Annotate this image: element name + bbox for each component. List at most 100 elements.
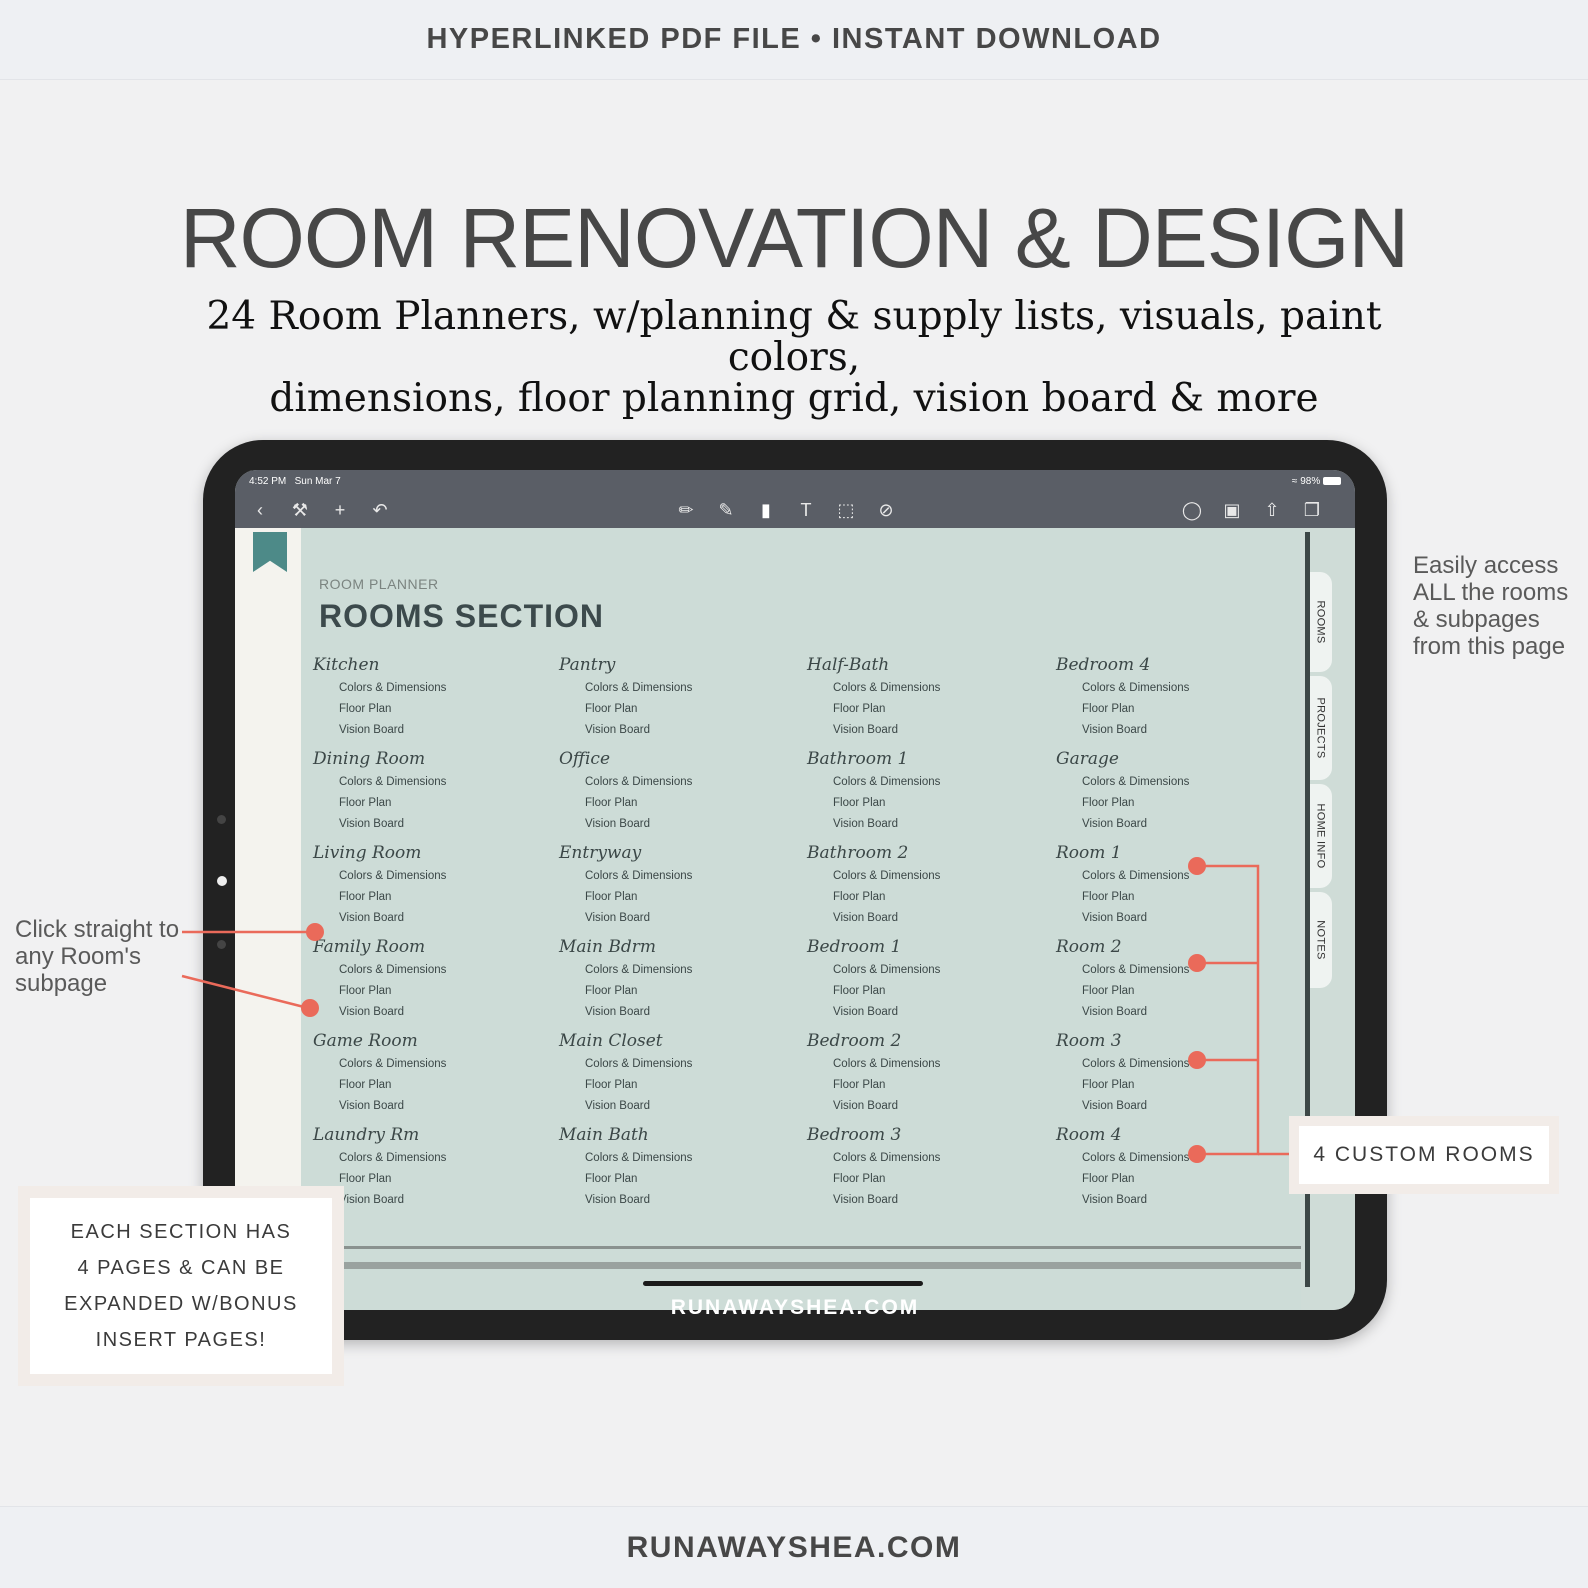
room-name-link[interactable]: Main Bath [559, 1122, 799, 1148]
room-subpage-link[interactable]: Vision Board [313, 908, 553, 929]
room-name-link[interactable]: Room 2 [1056, 934, 1296, 960]
room-subpage-link[interactable]: Floor Plan [807, 699, 1047, 720]
highlighter-icon[interactable]: ▮ [755, 492, 777, 528]
room-name-link[interactable]: Entryway [559, 840, 799, 866]
room-subpage-link[interactable]: Floor Plan [807, 1075, 1047, 1096]
room-subpage-link[interactable]: Colors & Dimensions [313, 1148, 553, 1169]
tab-notes[interactable]: NOTES [1310, 892, 1332, 988]
room-name-link[interactable]: Game Room [313, 1028, 553, 1054]
room-subpage-link[interactable]: Colors & Dimensions [313, 866, 553, 887]
room-subpage-link[interactable]: Vision Board [807, 1190, 1047, 1211]
tab-home-info[interactable]: HOME INFO [1310, 784, 1332, 888]
room-subpage-link[interactable]: Vision Board [807, 1096, 1047, 1117]
room-name-link[interactable]: Room 3 [1056, 1028, 1296, 1054]
room-name-link[interactable]: Room 4 [1056, 1122, 1296, 1148]
room-name-link[interactable]: Dining Room [313, 746, 553, 772]
room-subpage-link[interactable]: Vision Board [1056, 814, 1296, 835]
room-subpage-link[interactable]: Vision Board [313, 720, 553, 741]
share-icon[interactable]: ⇧ [1261, 492, 1283, 528]
room-subpage-link[interactable]: Vision Board [1056, 1002, 1296, 1023]
tab-rooms[interactable]: ROOMS [1310, 572, 1332, 672]
room-name-link[interactable]: Half-Bath [807, 652, 1047, 678]
room-subpage-link[interactable]: Vision Board [313, 1190, 553, 1211]
room-subpage-link[interactable]: Colors & Dimensions [313, 678, 553, 699]
pages-icon[interactable]: ❐ [1301, 492, 1323, 528]
wrench-icon[interactable]: ⚒ [289, 492, 311, 528]
room-name-link[interactable]: Laundry Rm [313, 1122, 553, 1148]
room-subpage-link[interactable]: Vision Board [559, 1002, 799, 1023]
room-subpage-link[interactable]: Colors & Dimensions [1056, 1054, 1296, 1075]
room-name-link[interactable]: Pantry [559, 652, 799, 678]
room-subpage-link[interactable]: Floor Plan [559, 1169, 799, 1190]
room-subpage-link[interactable]: Vision Board [807, 908, 1047, 929]
room-subpage-link[interactable]: Floor Plan [1056, 887, 1296, 908]
room-subpage-link[interactable]: Vision Board [313, 1096, 553, 1117]
room-subpage-link[interactable]: Floor Plan [313, 887, 553, 908]
room-subpage-link[interactable]: Vision Board [807, 1002, 1047, 1023]
room-subpage-link[interactable]: Floor Plan [1056, 1075, 1296, 1096]
shapes-icon[interactable]: ◯ [1181, 492, 1203, 528]
room-name-link[interactable]: Main Bdrm [559, 934, 799, 960]
room-subpage-link[interactable]: Floor Plan [807, 793, 1047, 814]
room-name-link[interactable]: Main Closet [559, 1028, 799, 1054]
room-subpage-link[interactable]: Floor Plan [559, 699, 799, 720]
room-subpage-link[interactable]: Floor Plan [313, 699, 553, 720]
room-subpage-link[interactable]: Colors & Dimensions [559, 1148, 799, 1169]
room-name-link[interactable]: Room 1 [1056, 840, 1296, 866]
room-subpage-link[interactable]: Colors & Dimensions [1056, 772, 1296, 793]
room-subpage-link[interactable]: Colors & Dimensions [313, 772, 553, 793]
room-subpage-link[interactable]: Vision Board [807, 720, 1047, 741]
room-subpage-link[interactable]: Vision Board [559, 1096, 799, 1117]
room-subpage-link[interactable]: Vision Board [1056, 908, 1296, 929]
room-subpage-link[interactable]: Floor Plan [807, 1169, 1047, 1190]
tray-icon[interactable]: ▣ [1221, 492, 1243, 528]
room-subpage-link[interactable]: Floor Plan [1056, 699, 1296, 720]
room-subpage-link[interactable]: Colors & Dimensions [313, 1054, 553, 1075]
room-subpage-link[interactable]: Floor Plan [807, 887, 1047, 908]
room-subpage-link[interactable]: Colors & Dimensions [313, 960, 553, 981]
room-name-link[interactable]: Garage [1056, 746, 1296, 772]
room-name-link[interactable]: Bathroom 1 [807, 746, 1047, 772]
lasso-select-icon[interactable]: ⬚ [835, 492, 857, 528]
plus-icon[interactable]: + [329, 492, 351, 528]
room-subpage-link[interactable]: Floor Plan [559, 887, 799, 908]
room-name-link[interactable]: Office [559, 746, 799, 772]
room-name-link[interactable]: Bathroom 2 [807, 840, 1047, 866]
pencil-icon[interactable]: ✎ [715, 492, 737, 528]
room-subpage-link[interactable]: Colors & Dimensions [559, 960, 799, 981]
undo-icon[interactable]: ↶ [369, 492, 391, 528]
room-name-link[interactable]: Bedroom 4 [1056, 652, 1296, 678]
room-subpage-link[interactable]: Colors & Dimensions [807, 678, 1047, 699]
text-tool-icon[interactable]: T [795, 492, 817, 528]
room-subpage-link[interactable]: Floor Plan [559, 793, 799, 814]
room-subpage-link[interactable]: Colors & Dimensions [1056, 866, 1296, 887]
room-subpage-link[interactable]: Colors & Dimensions [807, 960, 1047, 981]
room-subpage-link[interactable]: Vision Board [1056, 1096, 1296, 1117]
tab-projects[interactable]: PROJECTS [1310, 676, 1332, 780]
room-name-link[interactable]: Bedroom 1 [807, 934, 1047, 960]
room-subpage-link[interactable]: Floor Plan [313, 793, 553, 814]
room-subpage-link[interactable]: Colors & Dimensions [559, 866, 799, 887]
room-subpage-link[interactable]: Colors & Dimensions [807, 866, 1047, 887]
room-subpage-link[interactable]: Floor Plan [559, 981, 799, 1002]
room-subpage-link[interactable]: Colors & Dimensions [1056, 960, 1296, 981]
room-subpage-link[interactable]: Floor Plan [313, 1169, 553, 1190]
room-subpage-link[interactable]: Floor Plan [313, 1075, 553, 1096]
room-subpage-link[interactable]: Floor Plan [807, 981, 1047, 1002]
room-subpage-link[interactable]: Vision Board [1056, 720, 1296, 741]
bookmark-ribbon-icon[interactable] [253, 532, 287, 572]
room-subpage-link[interactable]: Vision Board [559, 814, 799, 835]
room-subpage-link[interactable]: Floor Plan [1056, 981, 1296, 1002]
room-subpage-link[interactable]: Vision Board [559, 1190, 799, 1211]
room-subpage-link[interactable]: Vision Board [559, 720, 799, 741]
room-name-link[interactable]: Bedroom 3 [807, 1122, 1047, 1148]
room-subpage-link[interactable]: Vision Board [807, 814, 1047, 835]
room-subpage-link[interactable]: Colors & Dimensions [559, 772, 799, 793]
room-name-link[interactable]: Family Room [313, 934, 553, 960]
room-subpage-link[interactable]: Colors & Dimensions [1056, 1148, 1296, 1169]
pen-icon[interactable]: ✏ [675, 492, 697, 528]
room-subpage-link[interactable]: Floor Plan [559, 1075, 799, 1096]
room-name-link[interactable]: Kitchen [313, 652, 553, 678]
room-subpage-link[interactable]: Vision Board [559, 908, 799, 929]
room-name-link[interactable]: Bedroom 2 [807, 1028, 1047, 1054]
